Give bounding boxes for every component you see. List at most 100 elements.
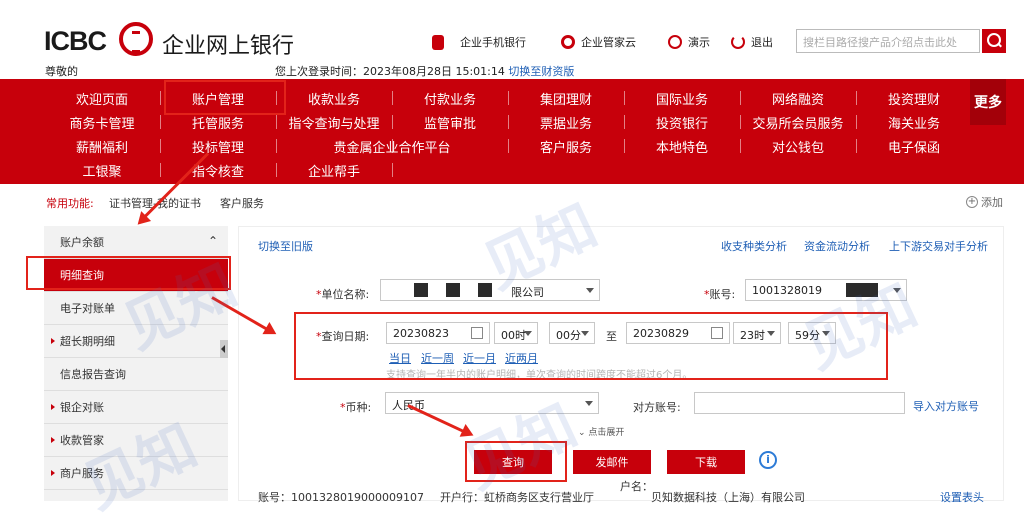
nav-item[interactable]: 投标管理 <box>158 137 278 156</box>
caret-right-icon <box>51 404 55 410</box>
nav-item[interactable]: 海关业务 <box>854 113 974 132</box>
nav-item[interactable]: 网络融资 <box>738 89 858 108</box>
redaction-mask <box>846 283 878 297</box>
nav-separator <box>856 91 857 105</box>
sidebar-item[interactable]: 银企对账 <box>44 391 228 423</box>
nav-separator <box>508 91 509 105</box>
caret-right-icon <box>51 437 55 443</box>
nav-item[interactable]: 欢迎页面 <box>42 89 162 108</box>
currency-label: *币种: <box>340 401 372 414</box>
nav-item[interactable]: 本地特色 <box>622 137 742 156</box>
redaction-mask <box>414 283 428 297</box>
account-select[interactable]: 1001328019 <box>745 279 907 301</box>
cloud-icon <box>561 35 575 49</box>
cloud-link[interactable]: 企业管家云 <box>561 34 636 50</box>
sidebar-item[interactable]: 账户余额 ⌃ <box>44 226 228 258</box>
nav-item[interactable]: 电子保函 <box>854 137 974 156</box>
nav-item[interactable]: 交易所会员服务 <box>738 113 858 132</box>
nav-item[interactable]: 国际业务 <box>622 89 742 108</box>
nav-item[interactable]: 指令核查 <box>158 161 278 180</box>
nav-item[interactable]: 对公钱包 <box>738 137 858 156</box>
send-email-button[interactable]: 发邮件 <box>573 450 651 474</box>
nav-separator <box>856 115 857 129</box>
nav-item[interactable]: 投资银行 <box>622 113 742 132</box>
common-functions-label: 常用功能: <box>46 197 94 210</box>
common-functions-bar: 常用功能: 证书管理-我的证书 客户服务 + 添加 <box>0 184 1024 218</box>
nav-separator <box>160 139 161 153</box>
highlight-box <box>164 80 286 115</box>
nav-separator <box>392 115 393 129</box>
sidebar-item-label: 商户服务 <box>60 467 104 480</box>
counterparty-analysis-link[interactable]: 上下游交易对手分析 <box>889 238 988 254</box>
nav-item[interactable]: 企业帮手 <box>274 161 394 180</box>
search-button[interactable] <box>982 29 1006 53</box>
logout-link[interactable]: 退出 <box>731 34 773 50</box>
sidebar-item[interactable]: 信息报告查询 <box>44 358 228 390</box>
chevron-down-icon: ⌄ <box>578 428 586 438</box>
highlight-box <box>294 312 888 380</box>
nav-item[interactable]: 托管服务 <box>158 113 278 132</box>
sidebar-item[interactable]: 超长期明细 <box>44 325 228 357</box>
demo-icon <box>668 35 682 49</box>
switch-old-version-link[interactable]: 切换至旧版 <box>258 238 313 254</box>
nav-item[interactable]: 投资理财 <box>854 89 974 108</box>
nav-item[interactable]: 指令查询与处理 <box>274 113 394 132</box>
mobile-bank-link[interactable]: 企业手机银行 <box>432 34 526 50</box>
redaction-mask <box>478 283 492 297</box>
account-label: *账号: <box>704 288 736 301</box>
nav-item[interactable]: 薪酬福利 <box>42 137 162 156</box>
common-link-customer-service[interactable]: 客户服务 <box>220 195 264 211</box>
sidebar-item[interactable]: 电子对账单 <box>44 292 228 324</box>
sidebar-item-label: 银企对账 <box>60 401 104 414</box>
sidebar-item-label: 信息报告查询 <box>60 368 126 381</box>
nav-separator <box>160 91 161 105</box>
caret-right-icon <box>51 338 55 344</box>
result-name: 贝知数据科技（上海）有限公司 <box>651 491 805 504</box>
nav-item[interactable]: 票据业务 <box>506 113 626 132</box>
nav-separator <box>624 139 625 153</box>
nav-item[interactable]: 商务卡管理 <box>42 113 162 132</box>
expand-toggle[interactable]: ⌄ 点击展开 <box>578 425 624 438</box>
result-name-label: 户名： <box>620 480 653 493</box>
result-bank: 开户行：虹桥商务区支行营业厅 <box>440 491 594 504</box>
nav-item[interactable]: 收款业务 <box>274 89 394 108</box>
plus-icon: + <box>966 196 978 208</box>
search-input[interactable]: 搜栏目路径搜产品介绍点击此处 <box>796 29 980 53</box>
nav-item[interactable]: 集团理财 <box>506 89 626 108</box>
welcome-bar: 尊敬的 您上次登录时间：2023年08月28日 15:01:14 切换至财资版 <box>45 65 575 78</box>
power-icon <box>731 35 745 49</box>
fund-flow-analysis-link[interactable]: 资金流动分析 <box>804 238 870 254</box>
nav-separator <box>508 115 509 129</box>
demo-link[interactable]: 演示 <box>668 34 710 50</box>
nav-item[interactable]: 工银聚 <box>42 161 162 180</box>
redaction-mask <box>446 283 460 297</box>
unit-name-label: *单位名称: <box>316 288 370 301</box>
import-counter-account-link[interactable]: 导入对方账号 <box>913 398 979 414</box>
download-button[interactable]: 下载 <box>667 450 745 474</box>
income-expense-analysis-link[interactable]: 收支种类分析 <box>721 238 787 254</box>
icbc-seal-logo-icon <box>119 22 153 56</box>
sidebar-item[interactable]: 商户服务 <box>44 457 228 489</box>
sidebar-divider <box>44 489 228 490</box>
nav-separator <box>392 139 393 153</box>
highlight-box <box>26 256 231 290</box>
nav-more-button[interactable]: 更多 <box>970 79 1006 125</box>
logo-title: 企业网上银行 <box>162 34 295 59</box>
nav-separator <box>392 91 393 105</box>
add-shortcut-button[interactable]: + 添加 <box>966 194 1003 210</box>
info-icon[interactable]: i <box>759 451 777 469</box>
switch-treasury-link[interactable]: 切换至财资版 <box>508 65 574 78</box>
sidebar-collapse-handle[interactable] <box>220 340 228 358</box>
result-account: 账号：1001328019000009107 <box>258 491 424 504</box>
header: ICBC 企业网上银行 企业手机银行 企业管家云 演示 退出 搜栏目路径搜产品介… <box>0 0 1024 62</box>
nav-separator <box>160 115 161 129</box>
nav-separator <box>276 115 277 129</box>
sidebar-item[interactable]: 收款管家 <box>44 424 228 456</box>
settings-columns-link[interactable]: 设置表头 <box>940 489 984 505</box>
nav-separator <box>740 91 741 105</box>
nav-item[interactable]: 客户服务 <box>506 137 626 156</box>
nav-item[interactable]: 监管审批 <box>390 113 510 132</box>
nav-item[interactable]: 付款业务 <box>390 89 510 108</box>
counter-account-input[interactable] <box>694 392 905 414</box>
nav-separator <box>856 139 857 153</box>
